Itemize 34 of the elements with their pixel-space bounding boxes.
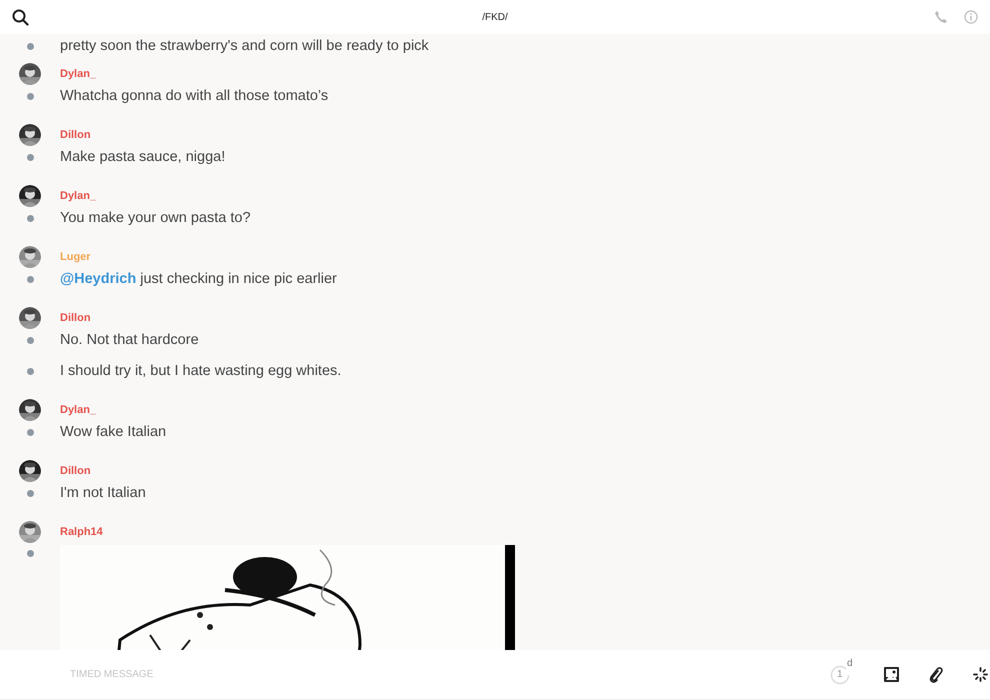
sender-name[interactable]: Luger: [60, 247, 990, 267]
bullet-dot: [26, 550, 34, 557]
sender-name[interactable]: Dillon: [60, 125, 990, 145]
image-icon[interactable]: [884, 667, 899, 682]
message-text: @Heydrich just checking in nice pic earlier: [60, 270, 338, 289]
bullet-dot: [26, 276, 34, 282]
message-text: No. Not that hardcore: [60, 331, 200, 350]
paperclip-icon[interactable]: [929, 666, 943, 682]
message-text: I should try it, but I hate wasting egg whites.: [60, 362, 342, 381]
bullet-dot: [26, 368, 34, 374]
chat-title: /FKD/: [482, 12, 508, 22]
bullet-dot: [26, 336, 34, 344]
sender-name[interactable]: Dillon: [60, 308, 990, 328]
bullet-dot: [26, 214, 34, 222]
search-icon[interactable]: [12, 8, 29, 26]
bullet-dot: [26, 490, 34, 496]
sender-name[interactable]: Ralph14: [60, 522, 990, 542]
message-text: Wow fake Italian: [60, 423, 168, 442]
message-text: You make your own pasta to?: [60, 209, 252, 228]
bullet-dot: [26, 154, 34, 160]
message-text: I'm not Italian: [60, 484, 147, 503]
message-input[interactable]: TIMED MESSAGE: [68, 668, 672, 681]
loading-icon[interactable]: [973, 667, 988, 682]
sender-name[interactable]: Dylan_: [60, 64, 990, 84]
timer-button[interactable]: 1 d: [830, 658, 854, 684]
message-text: Make pasta sauce, nigga!: [60, 148, 226, 167]
message-text: Whatcha gonna do with all those tomato’s: [60, 87, 330, 106]
bullet-dot: [26, 42, 34, 50]
sender-name[interactable]: Dillon: [60, 461, 990, 481]
bullet-dot: [26, 92, 34, 100]
message-text: pretty soon the strawberry's and corn will be ready to pick: [60, 37, 430, 56]
sender-name[interactable]: Dylan_: [60, 400, 990, 420]
bullet-dot: [26, 428, 34, 436]
sender-name[interactable]: Dylan_: [60, 186, 990, 206]
